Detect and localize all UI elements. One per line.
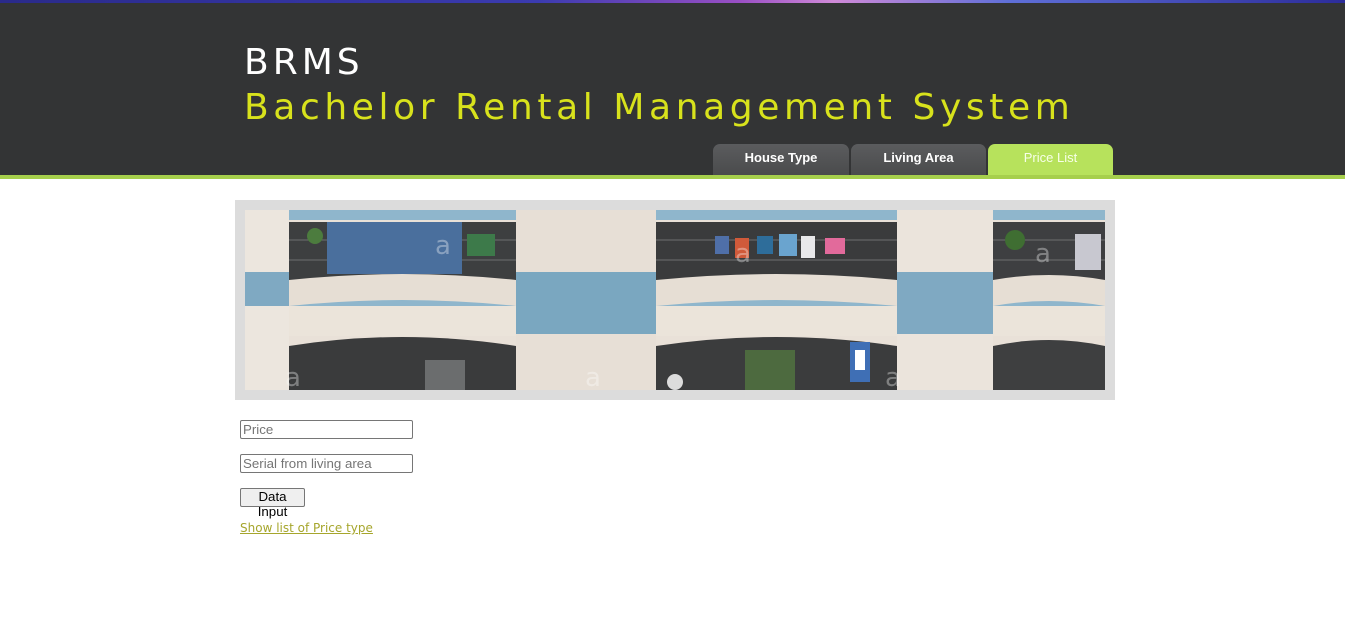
tab-price-list[interactable]: Price List bbox=[988, 144, 1113, 175]
svg-text:a: a bbox=[1035, 239, 1051, 269]
header-divider bbox=[0, 175, 1345, 179]
svg-text:a: a bbox=[435, 231, 451, 261]
serial-input[interactable] bbox=[240, 454, 413, 473]
site-brand: BRMS bbox=[244, 42, 364, 83]
banner-image: a a a a a a bbox=[245, 210, 1105, 390]
price-input[interactable] bbox=[240, 420, 413, 439]
site-header: BRMS Bachelor Rental Management System bbox=[0, 3, 1345, 175]
svg-text:a: a bbox=[885, 363, 901, 390]
svg-text:a: a bbox=[735, 239, 751, 269]
svg-text:a: a bbox=[285, 363, 301, 390]
svg-text:a: a bbox=[585, 363, 601, 390]
banner-frame: a a a a a a bbox=[235, 200, 1115, 400]
tab-living-area[interactable]: Living Area bbox=[851, 144, 986, 175]
show-price-list-link[interactable]: Show list of Price type bbox=[240, 521, 373, 535]
tab-house-type[interactable]: House Type bbox=[713, 144, 849, 175]
data-input-button[interactable]: Data Input bbox=[240, 488, 305, 519]
site-title: Bachelor Rental Management System bbox=[244, 87, 1075, 128]
